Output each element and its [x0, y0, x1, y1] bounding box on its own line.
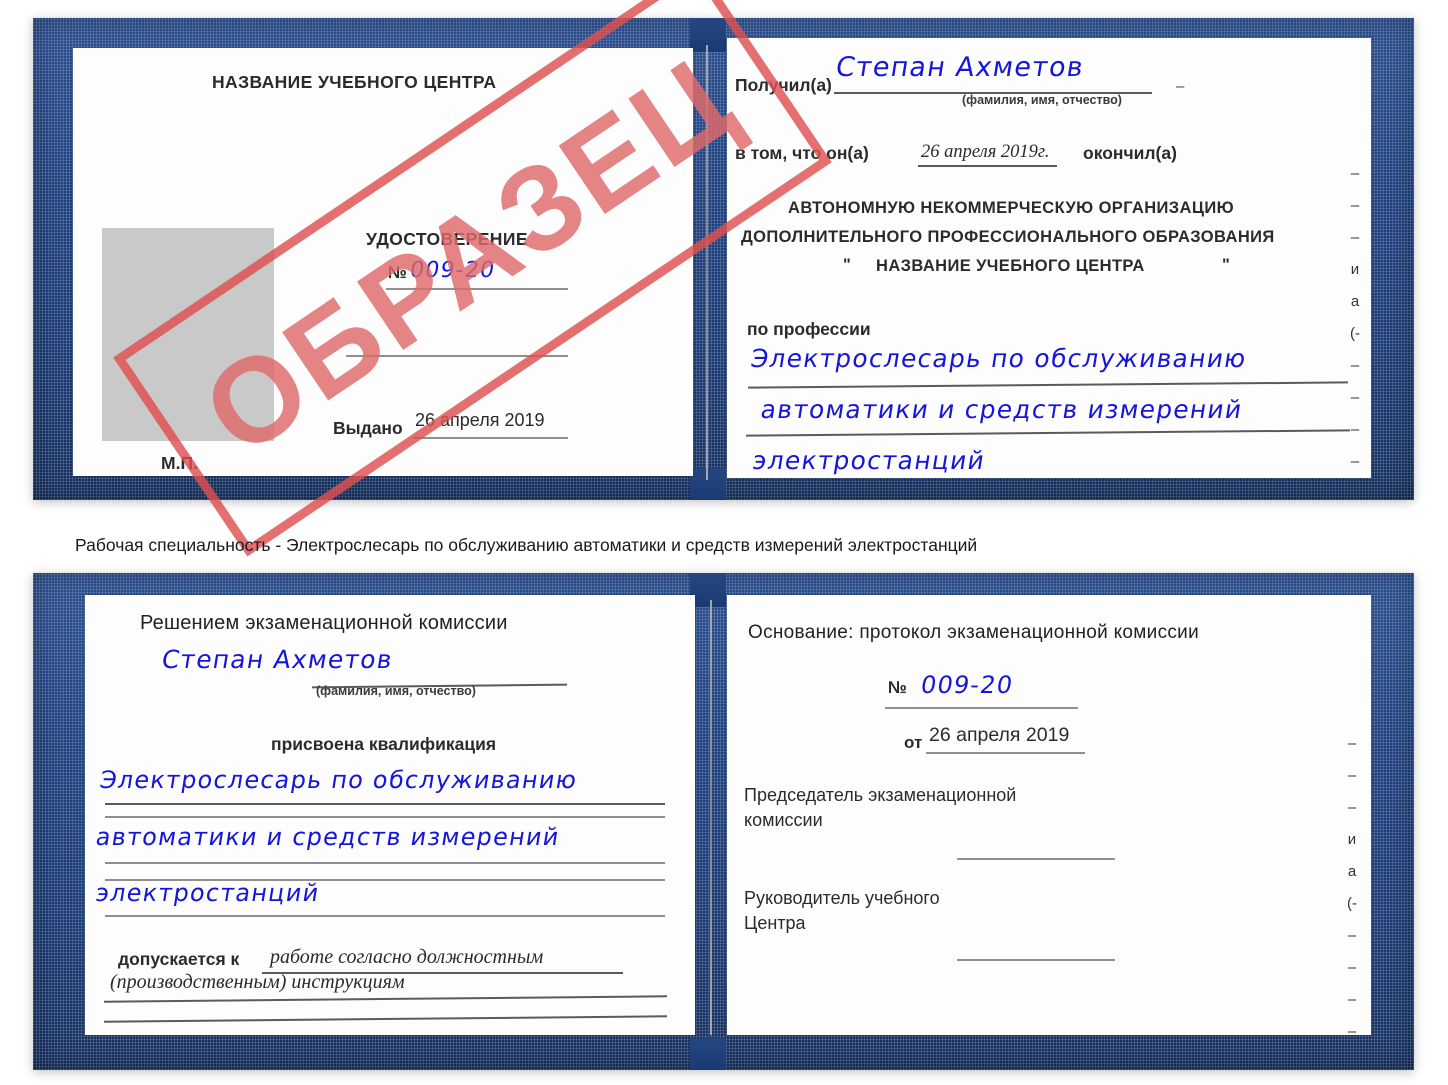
basis-label: Основание: протокол экзаменационной коми… — [748, 622, 1200, 643]
received-value: Степан Ахметов — [833, 52, 1087, 83]
certificate-number-rule — [386, 288, 568, 290]
edge-mark: – — [1347, 767, 1357, 784]
certificate-2-spine — [710, 600, 712, 1035]
edge-mark: – — [1347, 799, 1357, 816]
qualification-rule-3 — [105, 879, 665, 881]
protocol-date-value: 26 апреля 2019 — [929, 724, 1070, 746]
chairman-signature-rule — [957, 858, 1115, 860]
certificate-2-right-leaf — [727, 595, 1371, 1035]
received-dash: – — [1176, 78, 1185, 95]
qualification-rule-3b — [105, 915, 665, 917]
head-signature-rule — [957, 959, 1115, 961]
chairman-line-1: Председатель экзаменационной — [744, 785, 1017, 805]
chairman-line-2: комиссии — [744, 810, 823, 830]
organization-quote-close: " — [1222, 256, 1230, 274]
edge-mark: (- — [1350, 325, 1360, 342]
edge-mark: – — [1347, 927, 1357, 944]
qualification-line-3: электростанций — [93, 879, 322, 907]
spine-tab-bottom-1 — [690, 468, 726, 500]
spine-tab-top-1 — [690, 18, 726, 52]
certificate-blank-rule-1 — [346, 355, 568, 357]
edge-mark: – — [1350, 229, 1360, 246]
protocol-date-rule — [926, 752, 1085, 754]
profession-line-3: электростанций — [750, 446, 988, 475]
protocol-date-label: от — [904, 733, 923, 752]
qualification-line-1: Электрослесарь по обслуживанию — [97, 766, 580, 794]
received-label: Получил(а) — [735, 75, 832, 95]
received-hint: (фамилия, имя, отчество) — [962, 93, 1122, 107]
profession-label: по профессии — [747, 319, 871, 339]
edge-mark: а — [1350, 293, 1360, 310]
organization-line-3: НАЗВАНИЕ УЧЕБНОГО ЦЕНТРА — [876, 257, 1145, 275]
qualification-label: присвоена квалификация — [271, 734, 497, 754]
qualification-line-2: автоматики и средств измерений — [93, 823, 562, 851]
protocol-number-value: 009-20 — [918, 671, 1016, 699]
edge-mark: – — [1347, 959, 1357, 976]
organization-line-1: АВТОНОМНУЮ НЕКОММЕРЧЕСКУЮ ОРГАНИЗАЦИЮ — [788, 199, 1234, 217]
edge-mark: и — [1350, 261, 1360, 278]
certificate-number-label: № — [388, 263, 407, 282]
edge-mark: – — [1350, 197, 1360, 214]
certificate-title: УДОСТОВЕРЕНИЕ — [366, 229, 528, 249]
edge-mark: – — [1347, 991, 1357, 1008]
qualification-rule-1 — [105, 803, 665, 805]
edge-mark: – — [1350, 389, 1360, 406]
issued-value: 26 апреля 2019 — [415, 410, 545, 430]
allowed-value-line-2: (производственным) инструкциям — [110, 971, 405, 993]
profession-line-2: автоматики и средств измерений — [758, 395, 1245, 424]
certificate-number-value: 009-20 — [408, 258, 498, 283]
training-center-name-top: НАЗВАНИЕ УЧЕБНОГО ЦЕНТРА — [212, 72, 497, 92]
organization-quote-open: " — [843, 256, 851, 274]
in-that-rule — [918, 165, 1057, 167]
finished-label: окончил(а) — [1083, 143, 1177, 163]
edge-marks-top: – – – и а (- – – – – — [1344, 165, 1366, 485]
edge-marks-bottom: – – – и а (- – – – – — [1341, 735, 1363, 1055]
student-name-2: Степан Ахметов — [159, 645, 396, 674]
protocol-number-rule — [885, 707, 1078, 709]
head-line-1: Руководитель учебного — [744, 888, 940, 908]
student-name-hint-2: (фамилия, имя, отчество) — [316, 684, 476, 698]
edge-mark: – — [1350, 421, 1360, 438]
seal-place-label: М.П. — [161, 453, 198, 473]
specialty-caption: Рабочая специальность - Электрослесарь п… — [75, 535, 978, 555]
organization-line-2: ДОПОЛНИТЕЛЬНОГО ПРОФЕССИОНАЛЬНОГО ОБРАЗО… — [741, 228, 1275, 246]
qualification-rule-1b — [105, 816, 665, 818]
edge-mark: – — [1350, 453, 1360, 470]
in-that-value: 26 апреля 2019г. — [921, 142, 1050, 162]
edge-mark: (- — [1347, 895, 1357, 912]
certificate-1-spine — [706, 45, 708, 480]
in-that-label: в том, что он(а) — [735, 143, 869, 163]
head-line-2: Центра — [744, 913, 806, 933]
allowed-label: допускается к — [118, 949, 240, 969]
issued-rule — [413, 437, 568, 439]
edge-mark: – — [1347, 735, 1357, 752]
protocol-number-label: № — [888, 678, 907, 697]
commission-decision-heading: Решением экзаменационной комиссии — [140, 612, 508, 634]
edge-mark: – — [1347, 1023, 1357, 1040]
spine-tab-bottom-2 — [690, 1038, 726, 1070]
edge-mark: – — [1350, 165, 1360, 182]
spine-tab-top-2 — [690, 573, 726, 607]
certificate-sample-page: НАЗВАНИЕ УЧЕБНОГО ЦЕНТРА УДОСТОВЕРЕНИЕ №… — [0, 0, 1448, 1085]
qualification-rule-2 — [105, 862, 665, 864]
edge-mark: и — [1347, 831, 1357, 848]
edge-mark: а — [1347, 863, 1357, 880]
issued-label: Выдано — [333, 418, 403, 438]
profession-line-1: Электрослесарь по обслуживанию — [748, 344, 1249, 373]
edge-mark: – — [1350, 357, 1360, 374]
photo-placeholder — [102, 228, 274, 441]
allowed-value-line-1: работе согласно должностным — [270, 946, 544, 968]
